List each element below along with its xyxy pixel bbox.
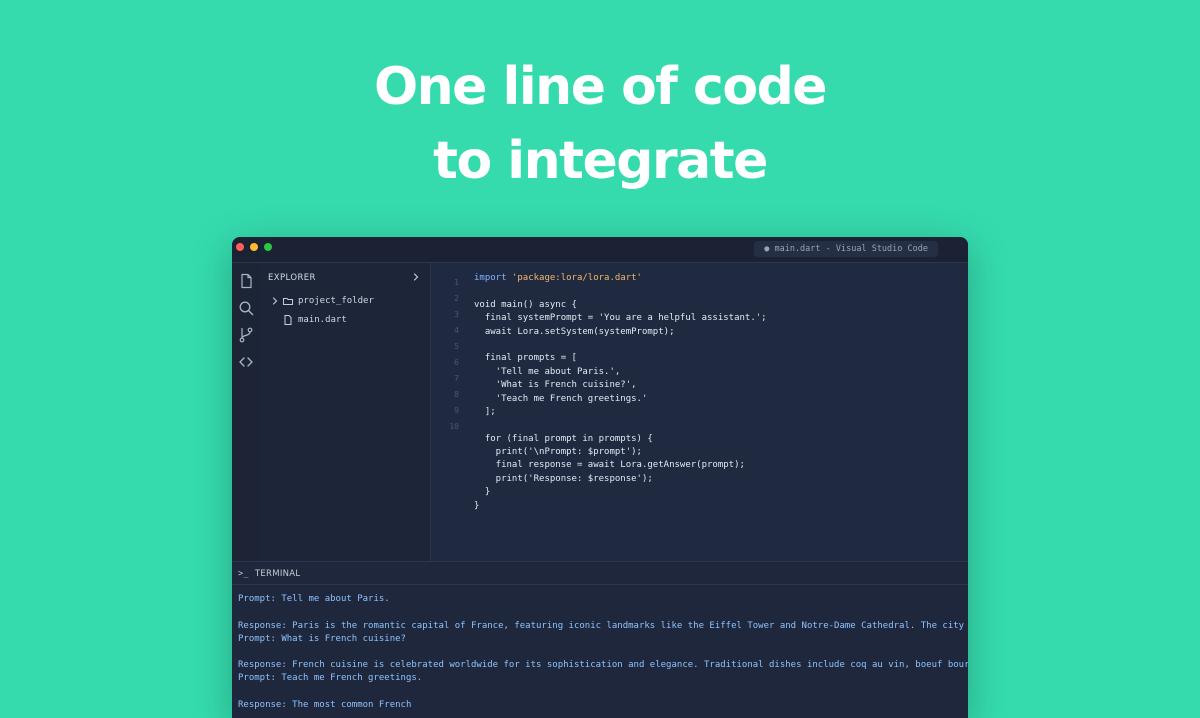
terminal-header: >_ TERMINAL <box>238 567 300 581</box>
code-line: print('Response: $response'); <box>474 473 653 484</box>
folder-icon <box>282 295 294 307</box>
code-line: final prompts = [ <box>474 353 577 364</box>
code-icon[interactable] <box>236 352 256 372</box>
terminal-line: Response: The most common French <box>238 699 412 710</box>
line-number: 1 <box>454 278 459 287</box>
code-line: 'Tell me about Paris.', <box>474 366 621 377</box>
code-line: import 'package:lora/lora.dart' <box>474 272 767 285</box>
keyword-import: import <box>474 273 507 283</box>
vscode-window: ● main.dart - Visual Studio Code EXPLORE… <box>232 237 968 718</box>
terminal-output: Prompt: Tell me about Paris. Response: P… <box>238 593 968 712</box>
tree-item-main-dart[interactable]: main.dart <box>282 312 347 328</box>
code-editor[interactable]: 1 2 3 4 5 6 7 8 9 10 import 'package:lor… <box>431 263 968 561</box>
terminal-line: Prompt: Tell me about Paris. <box>238 594 390 604</box>
code-line: await Lora.setSystem(systemPrompt); <box>474 326 675 337</box>
string-literal: 'package:lora/lora.dart' <box>511 273 642 283</box>
line-number: 6 <box>454 358 459 367</box>
window-title: ● main.dart - Visual Studio Code <box>754 241 938 257</box>
line-numbers: 1 2 3 4 5 6 7 8 9 10 <box>431 275 459 435</box>
search-icon[interactable] <box>236 298 256 318</box>
line-number: 10 <box>449 422 459 431</box>
terminal-line: Prompt: Teach me French greetings. <box>238 673 423 683</box>
maximize-window-button[interactable] <box>264 243 272 251</box>
close-window-button[interactable] <box>236 243 244 251</box>
code-line: void main() async { <box>474 299 577 310</box>
headline-line-1: One line of code <box>373 57 828 117</box>
explorer-title: EXPLORER <box>268 273 316 283</box>
line-number: 4 <box>454 326 459 335</box>
terminal-icon: >_ <box>238 569 249 579</box>
line-number: 3 <box>454 310 459 319</box>
line-number: 8 <box>454 390 459 399</box>
folder-label: project_folder <box>298 296 374 306</box>
code-line: final systemPrompt = 'You are a helpful … <box>474 313 767 324</box>
terminal-panel[interactable]: >_ TERMINAL Prompt: Tell me about Paris.… <box>232 561 968 718</box>
terminal-line: Prompt: What is French cuisine? <box>238 633 406 644</box>
line-number: 9 <box>454 406 459 415</box>
tree-item-project-folder[interactable]: project_folder <box>270 293 374 309</box>
file-icon <box>282 314 294 326</box>
terminal-title: TERMINAL <box>254 569 301 579</box>
headline-line-2: to integrate <box>433 131 768 191</box>
chevron-right-icon <box>270 296 280 306</box>
code-line: ]; <box>474 406 496 417</box>
source-control-icon[interactable] <box>236 325 256 345</box>
code-line: } <box>474 487 491 498</box>
headline: One line of code to integrate <box>0 50 1200 198</box>
code-line: 'What is French cuisine?', <box>474 380 637 391</box>
explorer-panel: EXPLORER project_folder main.dart <box>260 263 431 561</box>
code-line: for (final prompt in prompts) { <box>474 433 653 444</box>
terminal-line: Response: French cuisine is celebrated w… <box>238 660 968 670</box>
code-content: import 'package:lora/lora.dart' void mai… <box>474 272 767 513</box>
file-label: main.dart <box>298 315 347 325</box>
divider <box>232 584 968 585</box>
line-number: 5 <box>454 342 459 351</box>
code-line: } <box>474 500 480 511</box>
code-line: final response = await Lora.getAnswer(pr… <box>474 460 745 471</box>
activity-bar <box>232 263 260 561</box>
chevron-right-icon[interactable] <box>410 270 422 282</box>
line-number: 7 <box>454 374 459 383</box>
files-icon[interactable] <box>236 271 256 291</box>
terminal-line: Response: Paris is the romantic capital … <box>238 620 968 631</box>
minimize-window-button[interactable] <box>250 243 258 251</box>
line-number: 2 <box>454 294 459 303</box>
code-line: print('\nPrompt: $prompt'); <box>474 447 642 458</box>
code-line: 'Teach me French greetings.' <box>474 393 648 404</box>
title-bar: ● main.dart - Visual Studio Code <box>232 237 968 263</box>
